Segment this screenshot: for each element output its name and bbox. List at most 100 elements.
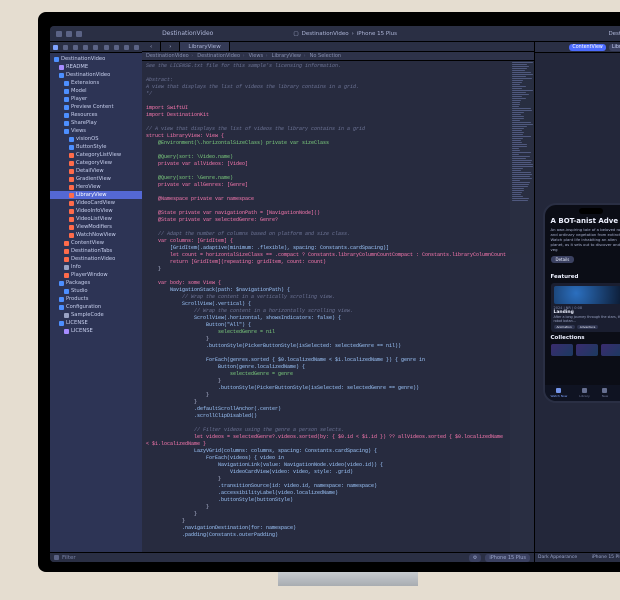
navigator-selector-bar — [50, 42, 142, 53]
tree-item[interactable]: CategoryListView — [50, 151, 142, 159]
add-file-icon[interactable] — [54, 555, 59, 560]
tree-item[interactable]: DestinationVideo — [50, 55, 142, 63]
tree-item[interactable]: DestinationTabs — [50, 247, 142, 255]
nav-back-button[interactable] — [56, 31, 62, 37]
tree-item[interactable]: ButtonStyle — [50, 143, 142, 151]
nav-selector-reports[interactable] — [134, 45, 139, 50]
tree-item[interactable]: Packages — [50, 279, 142, 287]
monitor-frame: DestinationVideo ▢ DestinationVideo › iP… — [38, 12, 620, 572]
editor-tab[interactable]: LibraryView — [180, 42, 229, 51]
tree-item[interactable]: Studio — [50, 287, 142, 295]
tree-item[interactable]: DestinationVideo — [50, 71, 142, 79]
proj-icon — [54, 57, 59, 62]
swift-icon — [69, 169, 74, 174]
tree-item[interactable]: ContentView — [50, 239, 142, 247]
tree-item[interactable]: DestinationVideo — [50, 255, 142, 263]
swift-icon — [69, 177, 74, 182]
swift-icon — [64, 241, 69, 246]
preview-device-label[interactable]: iPhone 15 Plus — [577, 555, 620, 560]
preview-viewport[interactable]: A BOT-anist Adve An awe-inspiring tale o… — [535, 53, 620, 552]
swift-icon — [69, 161, 74, 166]
fold-icon — [59, 297, 64, 302]
fold-icon — [64, 113, 69, 118]
code-editor[interactable]: See the LICENSE.txt file for this sample… — [142, 61, 534, 552]
tab-watch-now[interactable]: Watch Now — [550, 388, 567, 398]
tree-item-label: Views — [71, 127, 86, 135]
nav-selector-breakpoints[interactable] — [124, 45, 129, 50]
nav-selector-find[interactable] — [83, 45, 88, 50]
tree-item-label: Model — [71, 87, 87, 95]
footer-config-icon[interactable]: ⚙ — [469, 554, 481, 562]
tree-item[interactable]: README — [50, 63, 142, 71]
tree-item-label: VideoListView — [76, 215, 112, 223]
tree-item[interactable]: Extensions — [50, 79, 142, 87]
tree-item[interactable]: Preview Content — [50, 103, 142, 111]
nav-selector-issues[interactable] — [93, 45, 98, 50]
nav-selector-debug[interactable] — [114, 45, 119, 50]
nav-selector-tests[interactable] — [104, 45, 109, 50]
collection-thumb[interactable] — [576, 344, 598, 356]
tree-item[interactable]: WatchNowView — [50, 231, 142, 239]
minimap[interactable] — [510, 61, 534, 552]
run-destination[interactable]: ▢ DestinationVideo › iPhone 15 Plus — [293, 31, 397, 37]
nav-forward-button[interactable] — [66, 31, 72, 37]
tab-nav-right[interactable]: › — [161, 42, 180, 51]
tree-item-label: Products — [66, 295, 88, 303]
featured-card[interactable]: 2024 | NR | 0:08 Landing After a long jo… — [551, 283, 620, 332]
tree-item[interactable]: LibraryView — [50, 191, 142, 199]
tree-item[interactable]: Info — [50, 263, 142, 271]
tree-item-label: DestinationVideo — [66, 71, 110, 79]
file-tree[interactable]: DestinationVideoREADMEDestinationVideoEx… — [50, 53, 142, 552]
tree-item[interactable]: SampleCode — [50, 311, 142, 319]
section-collections-title: Collections — [551, 335, 620, 341]
nav-selector-project[interactable] — [53, 45, 58, 50]
tree-item[interactable]: LICENSE — [50, 327, 142, 335]
swift-icon — [64, 257, 69, 262]
jump-bar-crumb[interactable]: DestinationVideo — [197, 53, 245, 59]
tree-item[interactable]: HeroView — [50, 183, 142, 191]
tree-item-label: ButtonStyle — [76, 143, 106, 151]
tree-item[interactable]: Views — [50, 127, 142, 135]
tree-item-label: PlayerWindow — [71, 271, 108, 279]
filter-field[interactable]: Filter — [62, 555, 76, 561]
tree-item[interactable]: SharePlay — [50, 119, 142, 127]
tree-item[interactable]: Model — [50, 87, 142, 95]
tree-item[interactable]: VideoCardView — [50, 199, 142, 207]
tree-item[interactable]: CategoryView — [50, 159, 142, 167]
tree-item[interactable]: LICENSE — [50, 319, 142, 327]
collections-row[interactable] — [551, 344, 620, 356]
preview-select-button[interactable]: LibraryView — [609, 44, 620, 51]
tree-item[interactable]: DetailView — [50, 167, 142, 175]
collection-thumb[interactable] — [551, 344, 573, 356]
tree-item[interactable]: Products — [50, 295, 142, 303]
appearance-toggle[interactable]: Dark Appearance — [538, 555, 577, 560]
hero-details-button[interactable]: Details — [551, 256, 575, 263]
tab-nav-left[interactable]: ‹ — [142, 42, 161, 51]
md-icon — [59, 65, 64, 70]
jump-bar[interactable]: DestinationVideoDestinationVideo ViewsLib… — [142, 52, 534, 61]
tree-item-label: DestinationVideo — [71, 255, 115, 263]
toggle-navigator-button[interactable] — [76, 31, 82, 37]
tab-library[interactable]: Library — [579, 388, 590, 398]
tree-item[interactable]: Player — [50, 95, 142, 103]
jump-bar-crumb[interactable]: Views — [249, 53, 269, 59]
tab-new[interactable]: New — [602, 388, 609, 398]
tree-item[interactable]: GradientView — [50, 175, 142, 183]
play-icon — [556, 388, 561, 393]
jump-bar-crumb[interactable]: DestinationVideo — [146, 53, 194, 59]
jump-bar-crumb[interactable]: LibraryView — [272, 53, 307, 59]
tree-item[interactable]: ViewModifiers — [50, 223, 142, 231]
tree-item[interactable]: Resources — [50, 111, 142, 119]
footer-device-picker[interactable]: iPhone 15 Plus — [485, 554, 530, 562]
tree-item[interactable]: visionOS — [50, 135, 142, 143]
tree-item[interactable]: VideoInfoView — [50, 207, 142, 215]
tree-item-label: HeroView — [76, 183, 101, 191]
nav-selector-symbols[interactable] — [73, 45, 78, 50]
preview-pin-button[interactable]: ContentView — [569, 44, 605, 51]
jump-bar-crumb[interactable]: No Selection — [310, 53, 343, 59]
nav-selector-source[interactable] — [63, 45, 68, 50]
tree-item[interactable]: VideoListView — [50, 215, 142, 223]
tree-item[interactable]: PlayerWindow — [50, 271, 142, 279]
collection-thumb[interactable] — [601, 344, 620, 356]
tree-item[interactable]: Configuration — [50, 303, 142, 311]
